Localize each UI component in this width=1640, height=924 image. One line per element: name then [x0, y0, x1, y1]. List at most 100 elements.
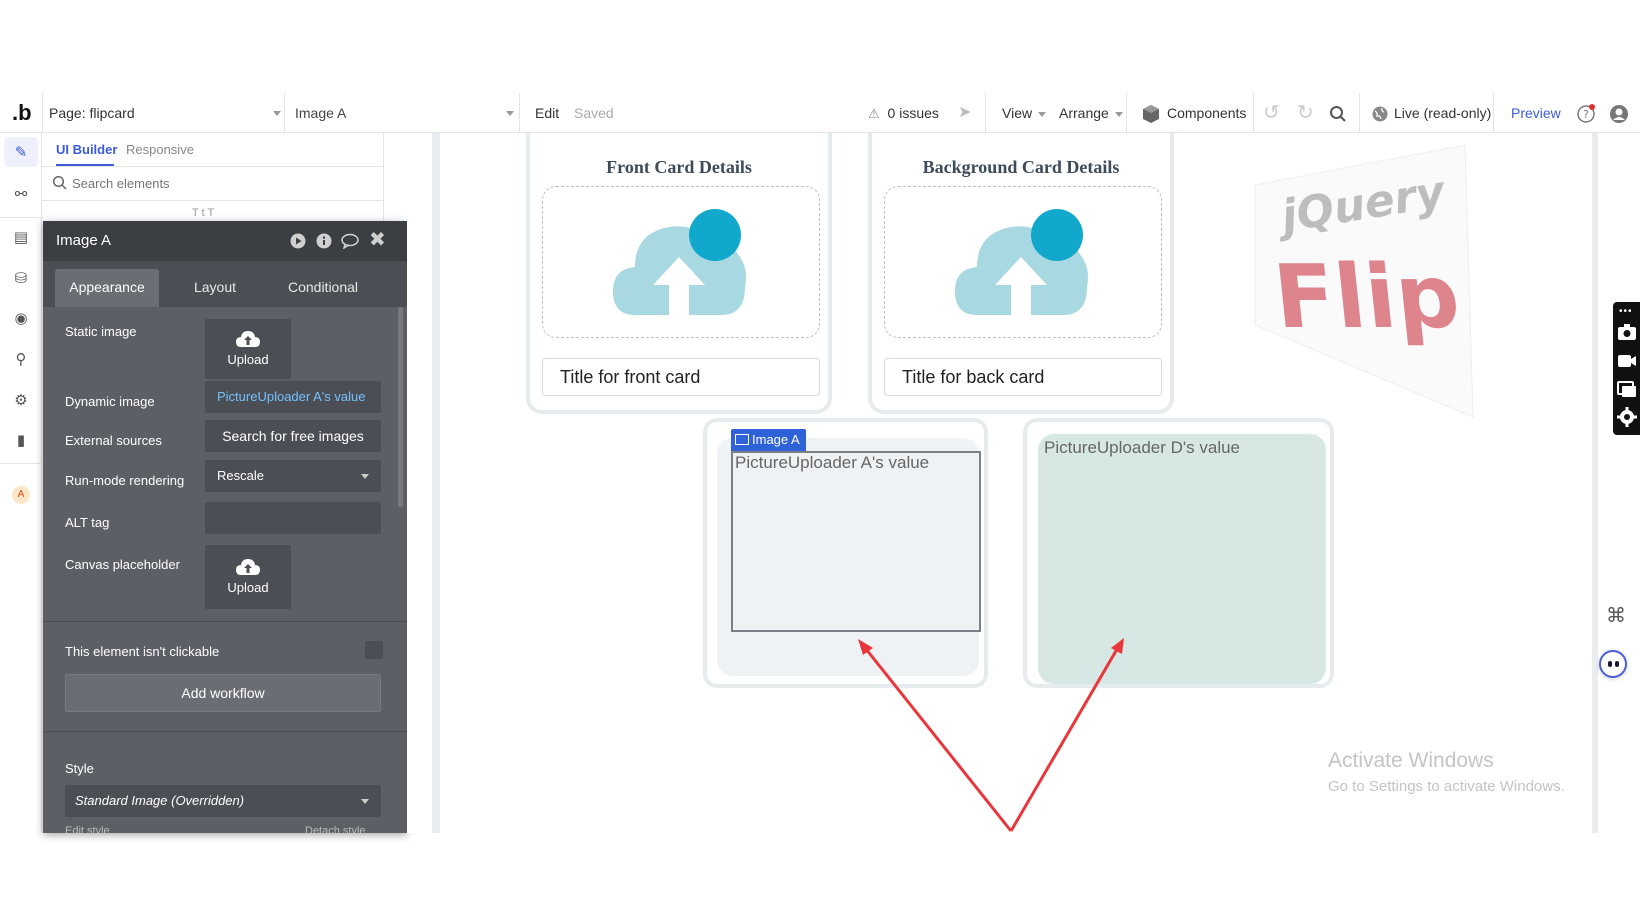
data-icon[interactable]: ▤: [11, 228, 31, 248]
canvas-placeholder-upload-button[interactable]: Upload: [205, 545, 291, 609]
alt-tag-input[interactable]: [205, 502, 381, 534]
add-workflow-button[interactable]: Add workflow: [65, 674, 381, 712]
settings-gear-icon[interactable]: ⚙: [11, 391, 31, 411]
plugins-icon[interactable]: ⚲: [11, 350, 31, 370]
editor-title: Image A: [56, 232, 112, 249]
components-label: Components: [1167, 105, 1247, 121]
database-icon[interactable]: ⛁: [11, 269, 31, 289]
design-canvas: Front Card Details Title for front card …: [407, 133, 1640, 833]
tab-conditional[interactable]: Conditional: [273, 269, 373, 307]
user-avatar-badge[interactable]: A: [12, 486, 30, 504]
upload-label: Upload: [227, 352, 269, 367]
cloud-upload-icon: [236, 559, 260, 575]
issues-label: 0 issues: [887, 105, 939, 121]
components-button[interactable]: Components: [1141, 93, 1246, 133]
cube-icon: [1143, 105, 1159, 124]
element-tree-panel: UI Builder Responsive T t T: [42, 133, 384, 221]
preview-button[interactable]: Preview: [1511, 93, 1561, 133]
play-icon[interactable]: [290, 233, 306, 249]
run-mode-value: Rescale: [217, 468, 264, 483]
not-clickable-label: This element isn't clickable: [65, 644, 220, 659]
more-dots-icon[interactable]: •••: [1619, 306, 1633, 317]
style-value: Standard Image (Overridden): [75, 793, 245, 808]
canvas-upload-label: Upload: [227, 580, 269, 595]
tab-responsive[interactable]: Responsive: [126, 133, 194, 166]
tab-layout[interactable]: Layout: [165, 269, 265, 307]
page-selector-label: Page: flipcard: [49, 105, 135, 121]
alt-tag-label: ALT tag: [65, 515, 110, 530]
workflow-icon[interactable]: ⚯: [11, 185, 31, 205]
windows-watermark-title: Activate Windows: [1328, 749, 1494, 772]
chevron-down-icon: [273, 111, 281, 116]
tab-appearance[interactable]: Appearance: [55, 269, 159, 307]
dynamic-image-label: Dynamic image: [65, 394, 155, 409]
element-selector[interactable]: Image A: [295, 93, 514, 133]
close-icon[interactable]: ✖: [369, 227, 386, 252]
chevron-down-icon: [1038, 111, 1047, 117]
redo-icon[interactable]: ↻: [1297, 93, 1314, 133]
logs-chart-icon[interactable]: ▮: [11, 431, 31, 451]
settings-gear-icon[interactable]: [1617, 407, 1637, 427]
chevron-down-icon: [1114, 111, 1123, 117]
arrange-menu[interactable]: Arrange: [1059, 93, 1123, 133]
search-icon: [52, 175, 70, 193]
tab-ui-builder[interactable]: UI Builder: [56, 133, 117, 166]
element-selector-label: Image A: [295, 105, 347, 121]
editor-scrollbar[interactable]: [398, 307, 403, 507]
chevron-down-icon: [361, 799, 369, 804]
search-free-images-button[interactable]: Search for free images: [205, 420, 381, 452]
warning-icon: ⚠: [868, 106, 880, 121]
svg-text:?: ?: [1583, 108, 1589, 121]
edit-style-link[interactable]: Edit style: [65, 825, 110, 833]
view-menu[interactable]: View: [1002, 93, 1047, 133]
run-mode-label: Run-mode rendering: [65, 473, 185, 488]
view-label: View: [1002, 105, 1033, 121]
chevron-down-icon: [361, 474, 369, 479]
live-button[interactable]: Live (read-only): [1372, 93, 1491, 133]
annotation-arrows: [858, 638, 1124, 832]
property-editor-panel: Image A ✖ Appearance Layout Conditional …: [43, 221, 407, 833]
design-pencil-icon[interactable]: ✎: [11, 143, 31, 163]
cursor-pointer-icon[interactable]: ➤: [958, 93, 971, 133]
not-clickable-checkbox[interactable]: [365, 641, 383, 659]
chevron-down-icon: [506, 111, 514, 116]
external-sources-label: External sources: [65, 433, 162, 448]
window-capture-icon[interactable]: [1617, 379, 1637, 399]
style-label: Style: [65, 761, 94, 776]
undo-icon[interactable]: ↺: [1263, 93, 1280, 133]
style-dropdown[interactable]: Standard Image (Overridden): [65, 785, 381, 817]
bubble-logo[interactable]: .b: [12, 93, 32, 133]
top-toolbar: .b Page: flipcard Image A Edit Saved ⚠ 0…: [0, 93, 1640, 133]
globe-icon: [1372, 106, 1388, 122]
page-selector[interactable]: Page: flipcard: [49, 93, 281, 133]
styles-palette-icon[interactable]: ◉: [11, 309, 31, 329]
video-icon[interactable]: [1617, 351, 1637, 371]
live-label: Live (read-only): [1394, 105, 1492, 121]
search-icon[interactable]: [1329, 93, 1347, 133]
detach-style-link[interactable]: Detach style: [305, 825, 366, 833]
editor-header: Image A ✖: [43, 221, 407, 261]
arrange-label: Arrange: [1059, 105, 1109, 121]
editor-tabs: Appearance Layout Conditional: [43, 261, 407, 307]
run-mode-dropdown[interactable]: Rescale: [205, 460, 381, 492]
issues-button[interactable]: ⚠ 0 issues: [868, 93, 939, 133]
cloud-upload-icon: [236, 331, 260, 347]
floating-capture-toolbar: •••: [1613, 302, 1640, 435]
account-icon[interactable]: [1609, 93, 1629, 133]
edit-menu[interactable]: Edit: [535, 93, 559, 133]
static-image-upload-button[interactable]: Upload: [205, 319, 291, 379]
search-elements-input[interactable]: [72, 171, 362, 195]
camera-icon[interactable]: [1617, 322, 1637, 342]
saved-status: Saved: [574, 105, 614, 121]
help-icon[interactable]: ?: [1575, 93, 1597, 133]
static-image-label: Static image: [65, 324, 137, 339]
left-icon-rail: ✎ ⚯ ▤ ⛁ ◉ ⚲ ⚙ ▮ A: [0, 133, 42, 833]
canvas-placeholder-label: Canvas placeholder: [65, 557, 180, 572]
assistant-bot-icon[interactable]: [1599, 650, 1627, 678]
info-icon[interactable]: [316, 233, 332, 249]
comment-icon[interactable]: [341, 233, 359, 249]
command-key-icon[interactable]: ⌘: [1604, 604, 1628, 628]
dynamic-image-field[interactable]: PictureUploader A's value: [205, 381, 381, 413]
windows-watermark-subtitle: Go to Settings to activate Windows.: [1328, 778, 1565, 795]
tree-row-partial[interactable]: T t T: [192, 207, 214, 219]
